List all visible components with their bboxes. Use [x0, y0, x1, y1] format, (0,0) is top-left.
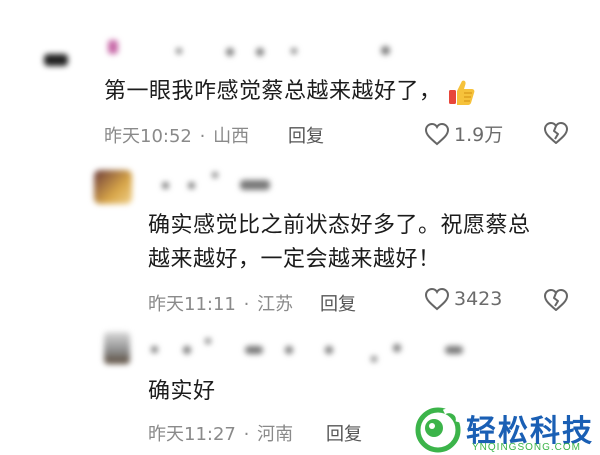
heart-outline-icon — [424, 287, 450, 311]
comment-time: 昨天11:27 — [148, 424, 236, 445]
comment-meta: 昨天10:52 · 山西 — [104, 122, 249, 148]
dislike-button[interactable] — [543, 288, 569, 312]
comment-text-line2: 越来越好，一定会越来越好！ — [148, 247, 441, 272]
broken-heart-icon — [543, 121, 569, 145]
like-button[interactable]: 1.9万 — [424, 120, 503, 147]
reply-button[interactable]: 回复 — [326, 420, 362, 446]
comment-text-content: 第一眼我咋感觉蔡总越来越好了， — [104, 79, 442, 104]
avatar[interactable] — [30, 44, 70, 78]
comment-meta: 昨天11:27 · 河南 — [148, 420, 293, 446]
thumbs-up-emoji-icon — [446, 77, 476, 107]
username-blurred[interactable] — [106, 36, 426, 62]
comment-location: 江苏 — [257, 294, 294, 315]
brand-logo-icon — [415, 407, 461, 453]
username-blurred[interactable] — [150, 170, 290, 196]
brand-url: YNQINGSONG.COM — [472, 442, 582, 453]
like-button[interactable]: 3423 — [424, 287, 502, 311]
dislike-button[interactable] — [543, 121, 569, 145]
meta-separator: · — [243, 424, 250, 445]
avatar[interactable] — [104, 332, 130, 364]
broken-heart-icon — [543, 288, 569, 312]
avatar[interactable] — [94, 170, 132, 204]
comment-meta: 昨天11:11 · 江苏 — [148, 290, 293, 316]
reply-label: 回复 — [326, 424, 362, 445]
reply-button[interactable]: 回复 — [320, 290, 356, 316]
comment-time: 昨天11:11 — [148, 294, 236, 315]
reply-label: 回复 — [320, 294, 356, 315]
comment-time: 昨天10:52 — [104, 126, 192, 147]
reply-button[interactable]: 回复 — [288, 122, 324, 148]
meta-separator: · — [199, 126, 206, 147]
like-count: 3423 — [454, 288, 503, 310]
comment-text: 确实好 — [148, 379, 216, 404]
like-count: 1.9万 — [454, 124, 504, 146]
reply-label: 回复 — [288, 126, 324, 147]
comment-location: 山西 — [213, 126, 250, 147]
comment-text: 第一眼我咋感觉蔡总越来越好了， — [104, 76, 476, 108]
watermark-logo: 轻松科技 YNQINGSONG.COM — [410, 404, 600, 455]
heart-outline-icon — [424, 122, 450, 146]
comment-text-line1: 确实感觉比之前状态好多了。祝愿蔡总 — [148, 213, 531, 238]
comment-location: 河南 — [257, 424, 294, 445]
username-blurred[interactable] — [145, 336, 475, 366]
meta-separator: · — [243, 294, 250, 315]
